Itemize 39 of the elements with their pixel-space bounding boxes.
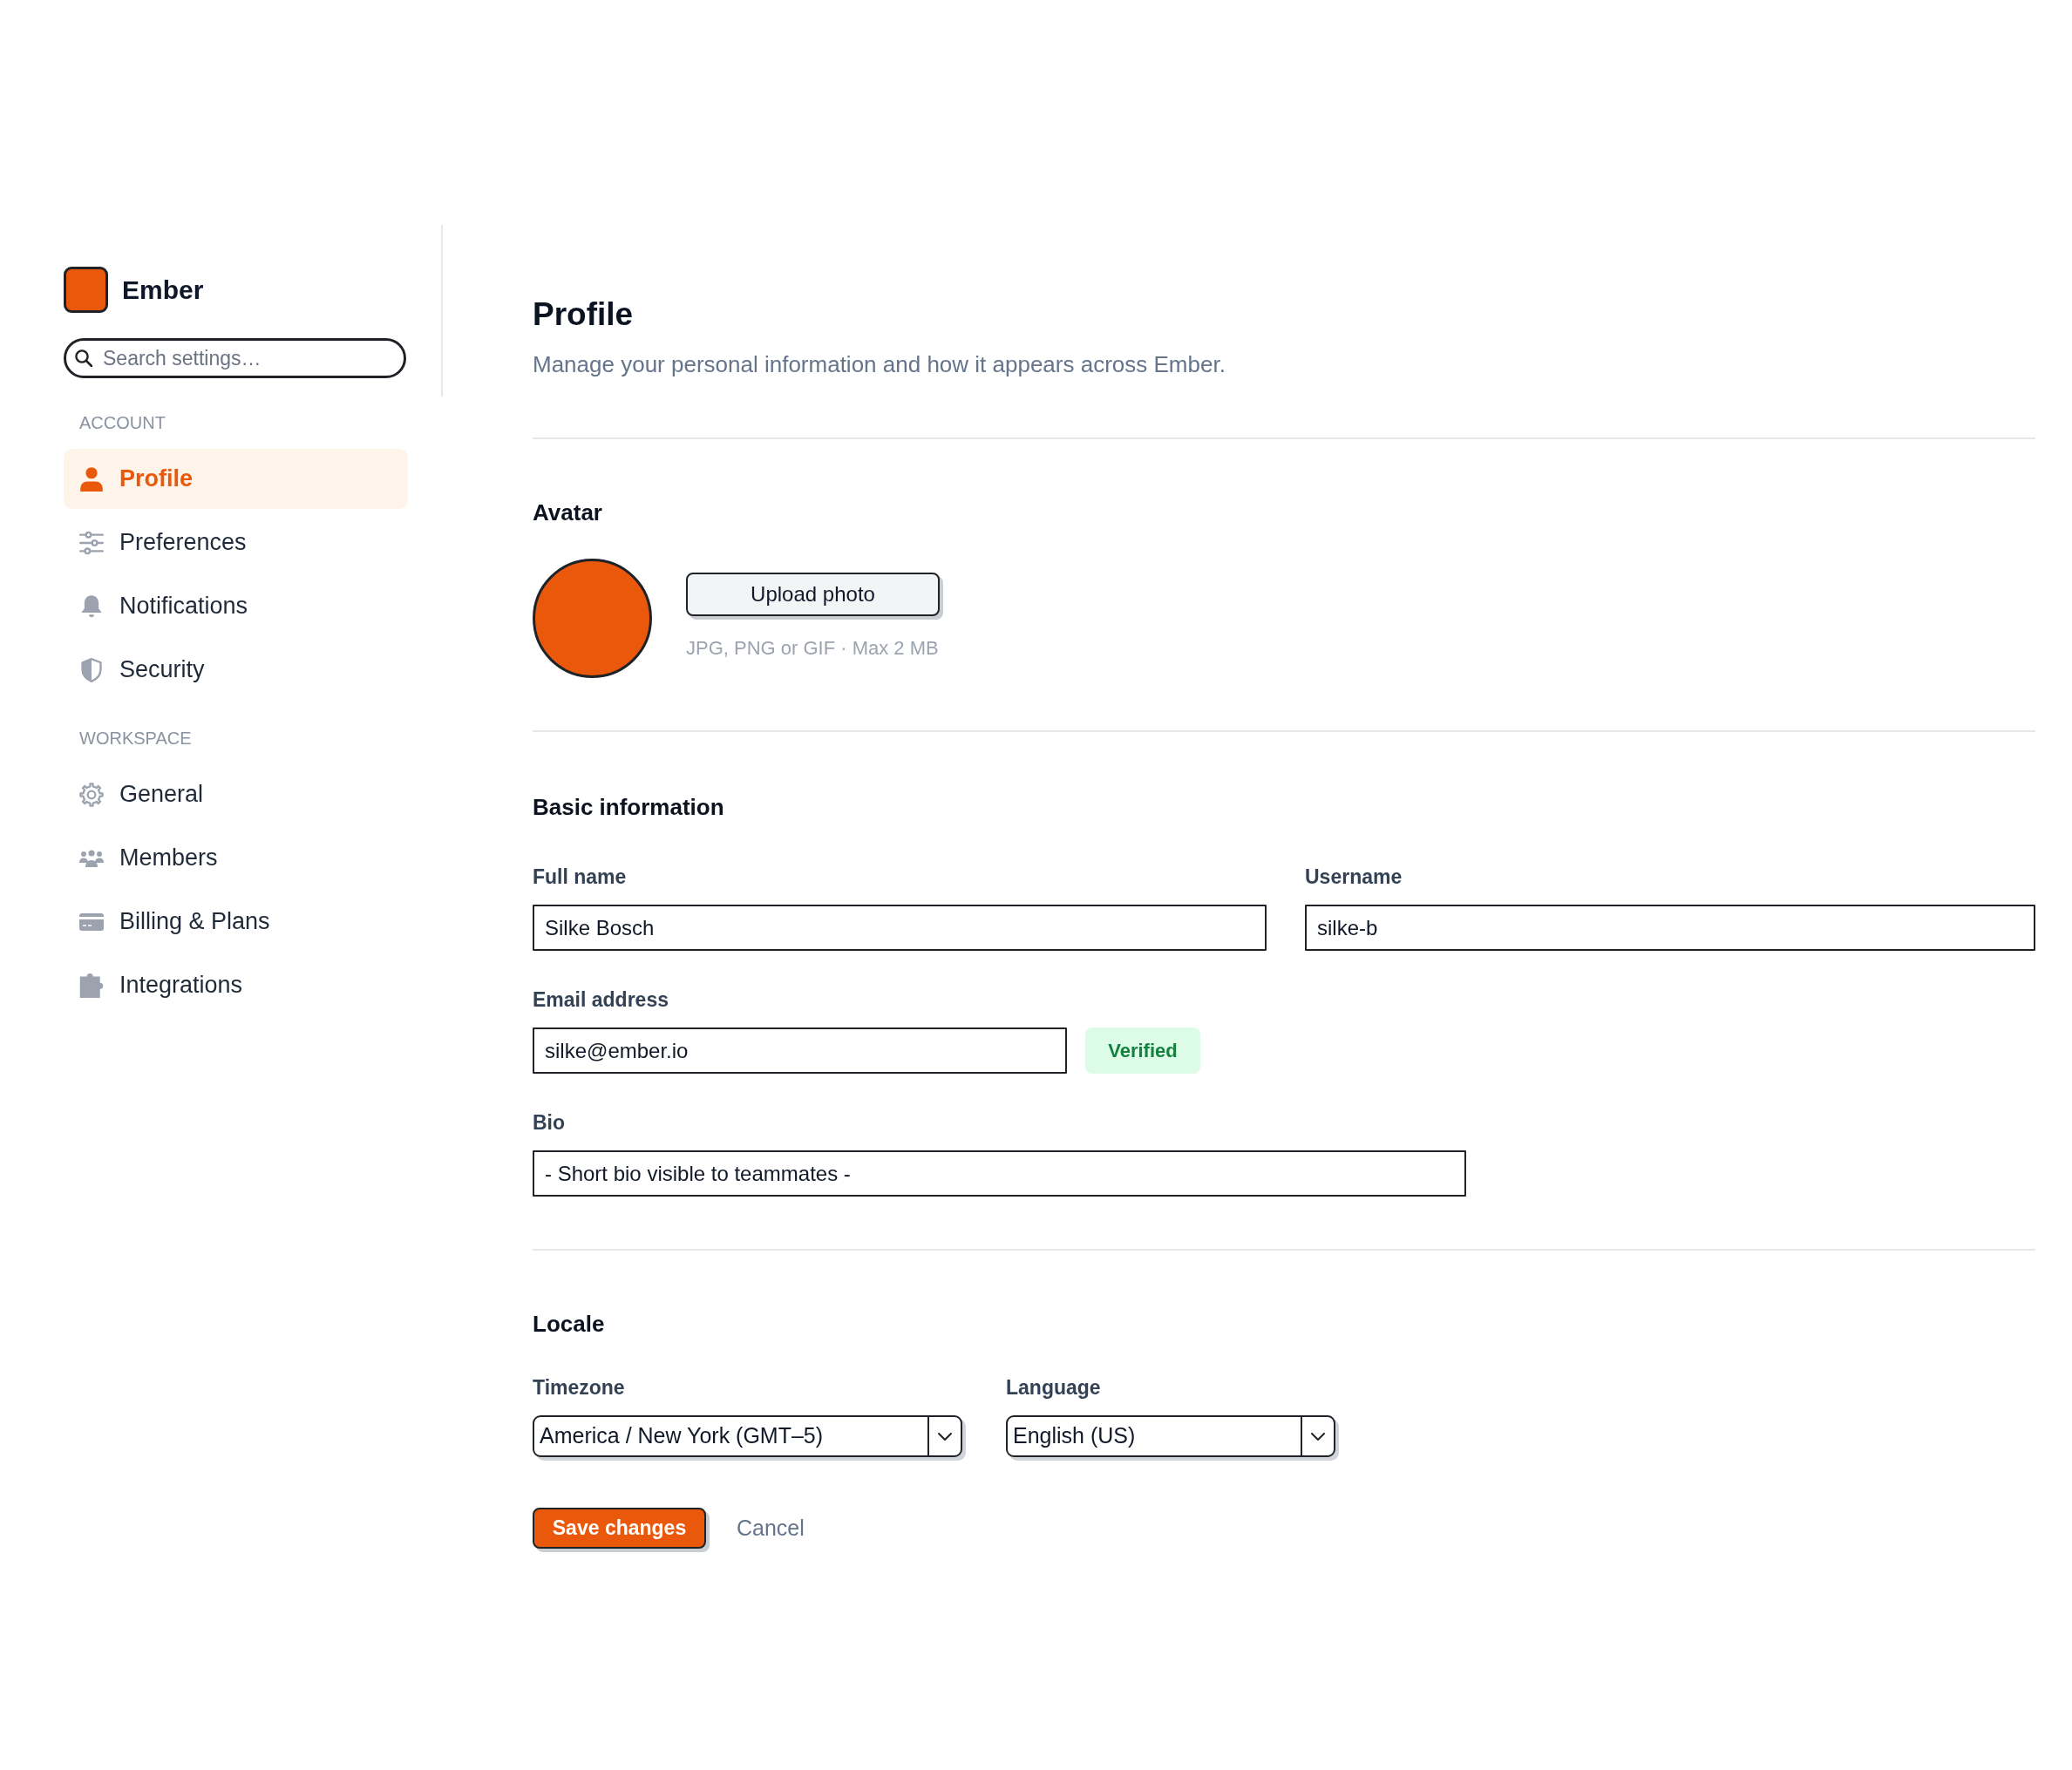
chevron-down-icon <box>1311 1432 1325 1441</box>
search-field[interactable]: Search settings… <box>64 338 406 378</box>
email-field[interactable]: silke@ember.io <box>533 1027 1067 1074</box>
sidebar-item[interactable]: Preferences <box>64 512 408 573</box>
sidebar-item[interactable]: Security <box>64 640 408 700</box>
cancel-button[interactable]: Cancel <box>737 1511 805 1545</box>
sliders-icon <box>79 530 104 555</box>
brand-name: Ember <box>122 276 204 303</box>
sidebar-item[interactable]: General <box>64 764 408 824</box>
field-label: Bio <box>533 1110 566 1135</box>
section-title: Locale <box>533 1311 605 1338</box>
username-field[interactable]: silke-b <box>1305 905 2035 951</box>
full-name-field[interactable]: Silke Bosch <box>533 905 1267 951</box>
person-icon <box>79 466 104 492</box>
bell-icon <box>79 593 104 619</box>
section-heading: ACCOUNT <box>79 412 166 433</box>
section-title: Avatar <box>533 499 602 526</box>
verified-status-tag: Verified <box>1085 1027 1200 1074</box>
shield-icon <box>79 657 104 682</box>
field-label: Username <box>1305 865 1403 889</box>
sidebar-item[interactable]: Integrations <box>64 955 408 1015</box>
search-icon <box>75 349 92 367</box>
gear-icon <box>79 782 104 807</box>
bio-field[interactable]: - Short bio visible to teammates - <box>533 1150 1466 1197</box>
puzzle-icon <box>79 973 104 998</box>
page-subtitle: Manage your personal information and how it appears across Ember. <box>533 351 1226 377</box>
field-label: Language <box>1006 1375 1101 1400</box>
sidebar-item[interactable]: Notifications <box>64 576 408 636</box>
page-title: Profile <box>533 295 634 334</box>
sidebar-item[interactable]: Members <box>64 828 408 888</box>
section-title: Basic information <box>533 794 724 821</box>
sidebar-item[interactable]: Billing & Plans <box>64 892 408 952</box>
section-heading: WORKSPACE <box>79 728 192 749</box>
logo-icon <box>64 267 108 313</box>
field-label: Email address <box>533 987 669 1012</box>
chevron-down-icon <box>938 1432 952 1441</box>
field-label: Timezone <box>533 1375 625 1400</box>
upload-hint: JPG, PNG or GIF · Max 2 MB <box>686 636 939 660</box>
field-label: Full name <box>533 865 627 889</box>
